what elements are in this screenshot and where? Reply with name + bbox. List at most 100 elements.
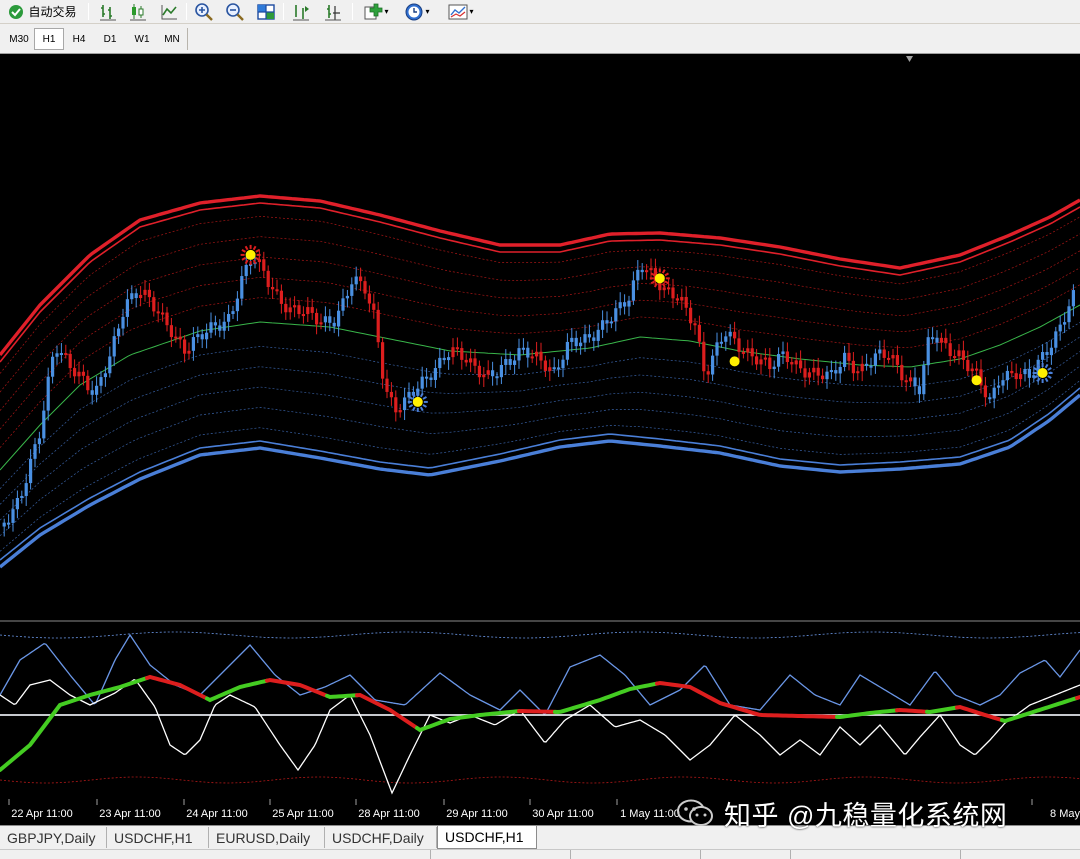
candle-body xyxy=(59,353,63,356)
candle-body xyxy=(504,359,508,365)
chart-shift-button[interactable] xyxy=(322,1,344,22)
candle-body xyxy=(205,332,209,340)
timeframe-h4[interactable]: H4 xyxy=(64,28,94,50)
candle-body xyxy=(244,264,248,277)
candle-body xyxy=(834,370,838,374)
timeframe-m30[interactable]: M30 xyxy=(4,28,34,50)
candle-body xyxy=(887,357,891,360)
timeframe-h1[interactable]: H1 xyxy=(34,28,64,50)
candle-body xyxy=(574,337,578,347)
candle-body xyxy=(359,276,363,282)
candle-body xyxy=(1067,306,1071,323)
candle-body xyxy=(231,311,235,315)
candle-body xyxy=(341,298,345,311)
candle-body xyxy=(398,410,402,413)
candle-body xyxy=(125,299,129,317)
candle-body xyxy=(1001,380,1005,386)
candle-body xyxy=(394,397,398,413)
status-cell xyxy=(700,850,701,859)
candle-body xyxy=(759,359,763,365)
candle-body xyxy=(438,357,442,369)
candle-body xyxy=(81,371,85,376)
candle-body xyxy=(565,341,569,360)
timeframe-mn[interactable]: MN xyxy=(157,28,187,50)
candle-body xyxy=(596,329,600,341)
candle-body xyxy=(975,368,979,371)
autotrade-button[interactable]: 自动交易 xyxy=(0,1,84,22)
zoom-out-button[interactable] xyxy=(224,1,246,22)
bar-chart-button[interactable] xyxy=(97,1,119,22)
candle-body xyxy=(306,307,310,315)
candle-body xyxy=(724,336,728,342)
wechat-icon xyxy=(677,799,713,826)
signal-dot xyxy=(245,249,256,260)
candle-body xyxy=(851,360,855,374)
timeframe-w1[interactable]: W1 xyxy=(127,28,157,50)
zoom-in-button[interactable] xyxy=(193,1,215,22)
candle-body xyxy=(1023,369,1027,375)
zoom-in-icon xyxy=(195,2,213,21)
candle-body xyxy=(381,342,385,379)
chart-tab[interactable]: GBPJPY,Daily xyxy=(0,827,107,848)
candle-body xyxy=(728,331,732,337)
candle-body xyxy=(763,357,767,360)
candle-body xyxy=(843,352,847,367)
price-chart[interactable]: 22 Apr 11:00 23 Apr 11:00 24 Apr 11:00 25 A… xyxy=(0,55,1080,825)
status-cell xyxy=(960,850,961,859)
candle-body xyxy=(860,363,864,372)
add-indicator-button[interactable]: ▾ xyxy=(360,1,392,22)
candle-body xyxy=(552,367,556,370)
candle-body xyxy=(297,305,301,315)
candle-body xyxy=(147,289,151,298)
signal-dot xyxy=(412,396,423,407)
periods-button[interactable]: ▾ xyxy=(401,1,433,22)
candle-body xyxy=(922,365,926,395)
candle-body xyxy=(689,307,693,324)
candle-body xyxy=(178,336,182,340)
candle-body xyxy=(988,397,992,400)
candle-body xyxy=(385,378,389,392)
candle-body xyxy=(319,322,323,325)
candle-body xyxy=(878,349,882,354)
candlestick-button[interactable] xyxy=(127,1,149,22)
candle-body xyxy=(420,376,424,389)
candle-body xyxy=(55,353,59,357)
candle-body xyxy=(90,390,94,395)
timeframe-d1[interactable]: D1 xyxy=(95,28,125,50)
candle-body xyxy=(174,336,178,339)
candle-body xyxy=(904,380,908,383)
line-chart-icon xyxy=(161,4,177,19)
x-tick-label: 29 Apr 11:00 xyxy=(446,808,508,820)
candle-body xyxy=(772,366,776,370)
candle-body xyxy=(15,497,19,510)
candle-body xyxy=(895,355,899,365)
candle-body xyxy=(451,347,455,358)
toolbar-separator xyxy=(283,3,284,20)
chart-tab[interactable]: USDCHF,Daily xyxy=(325,827,437,848)
candle-body xyxy=(909,377,913,382)
candle-body xyxy=(64,353,68,356)
line-chart-button[interactable] xyxy=(158,1,180,22)
tile-windows-button[interactable] xyxy=(255,1,277,22)
status-cell xyxy=(570,850,571,859)
toolbar-separator xyxy=(186,3,187,20)
candle-body xyxy=(570,337,574,342)
chart-tab[interactable]: EURUSD,Daily xyxy=(209,827,325,848)
x-tick-label: 22 Apr 11:00 xyxy=(11,808,73,820)
auto-scroll-button[interactable] xyxy=(290,1,312,22)
candle-body xyxy=(134,293,138,299)
candle-body xyxy=(631,280,635,301)
candle-body xyxy=(266,270,270,288)
candle-body xyxy=(693,323,697,326)
templates-button[interactable]: ▾ xyxy=(444,1,478,22)
candle-body xyxy=(816,367,820,376)
candle-body xyxy=(733,331,737,339)
chart-tab[interactable]: USDCHF,H1 xyxy=(107,827,209,848)
candle-body xyxy=(77,371,81,377)
watermark-text: 知乎 @九稳量化系统网 xyxy=(724,800,1008,831)
candle-body xyxy=(433,368,437,380)
candle-body xyxy=(455,347,459,350)
chart-tab[interactable]: USDCHF,H1 xyxy=(437,826,537,849)
candle-body xyxy=(856,371,860,374)
auto-scroll-icon xyxy=(293,4,309,20)
